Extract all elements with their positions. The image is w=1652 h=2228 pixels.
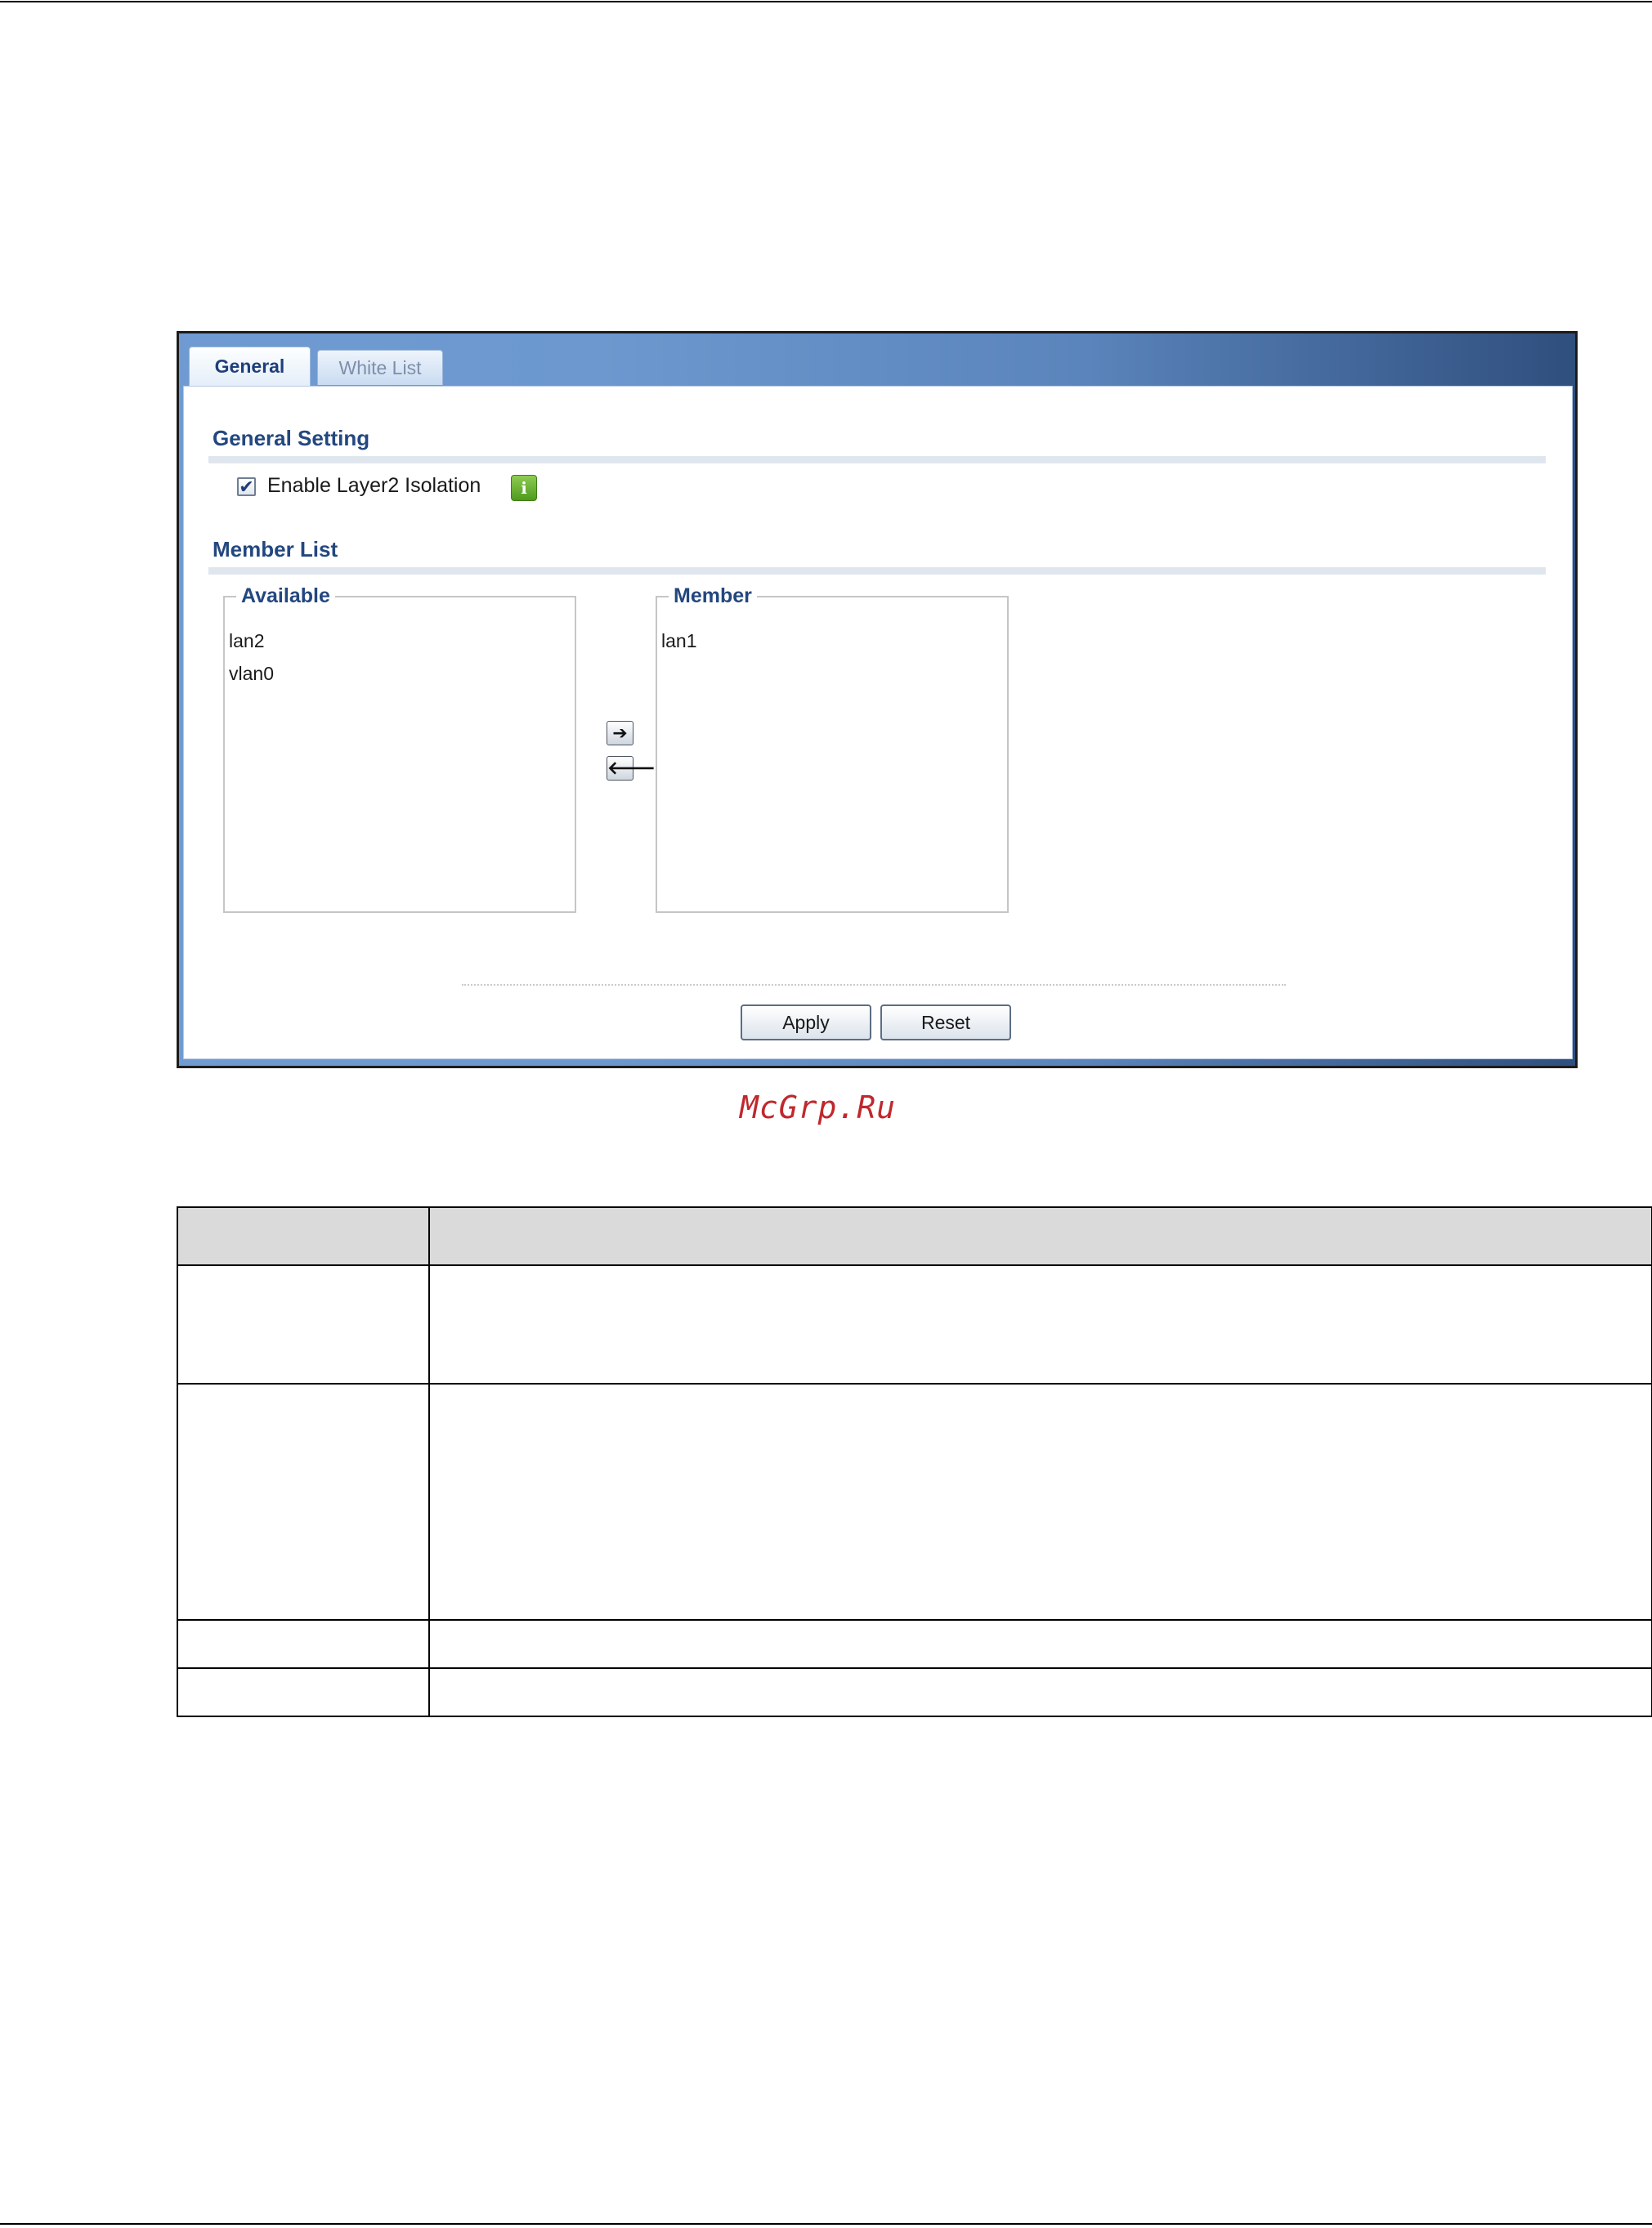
table-row [177, 1667, 1652, 1717]
button-separator [462, 984, 1286, 986]
general-panel: General Setting ✔ Enable Layer2 Isolatio… [183, 386, 1573, 1059]
layer2-isolation-window: General White List General Setting ✔ Ena… [177, 331, 1578, 1068]
info-icon[interactable]: i [511, 475, 537, 501]
enable-layer2-isolation-checkbox[interactable]: ✔ [237, 477, 256, 496]
table-cell [428, 1619, 1652, 1669]
page-top-rule [0, 1, 1652, 2]
general-setting-title: General Setting [213, 426, 370, 450]
list-item[interactable]: lan2 [229, 630, 264, 652]
tab-general[interactable]: General [189, 347, 311, 387]
member-legend: Member [669, 584, 757, 608]
table-cell [177, 1264, 430, 1385]
description-table [177, 1206, 1652, 1717]
available-legend: Available [236, 584, 335, 608]
available-listbox[interactable]: Available lan2 vlan0 [223, 584, 576, 913]
table-row [177, 1383, 1652, 1621]
table-cell [177, 1383, 430, 1621]
table-cell [428, 1383, 1652, 1621]
table-cell [177, 1619, 430, 1669]
enable-layer2-isolation-label: Enable Layer2 Isolation [267, 474, 481, 497]
move-to-member-button[interactable]: ➔ [607, 721, 633, 745]
member-list-title: Member List [213, 537, 338, 561]
arrow-left-icon: 🡐 [607, 758, 656, 778]
watermark: McGrp.Ru [740, 1089, 897, 1125]
list-item[interactable]: vlan0 [229, 663, 274, 685]
table-row [177, 1619, 1652, 1669]
move-to-available-button[interactable]: 🡐 [607, 756, 656, 781]
arrow-right-icon: ➔ [612, 723, 628, 743]
page-bottom-rule [0, 2223, 1652, 2225]
table-header-cell [428, 1206, 1652, 1266]
table-header-row [177, 1206, 1652, 1266]
member-list-divider [208, 567, 1546, 575]
table-cell [177, 1667, 430, 1717]
tab-strip: General White List [179, 333, 1575, 387]
general-setting-divider [208, 456, 1546, 463]
list-item[interactable]: lan1 [661, 630, 696, 652]
table-header-cell [177, 1206, 430, 1266]
apply-button[interactable]: Apply [741, 1004, 871, 1040]
reset-button[interactable]: Reset [880, 1004, 1011, 1040]
checkmark-icon: ✔ [239, 476, 254, 497]
member-listbox[interactable]: Member lan1 [656, 584, 1009, 913]
table-row [177, 1264, 1652, 1385]
table-cell [428, 1667, 1652, 1717]
tab-white-list[interactable]: White List [317, 350, 443, 385]
table-cell [428, 1264, 1652, 1385]
